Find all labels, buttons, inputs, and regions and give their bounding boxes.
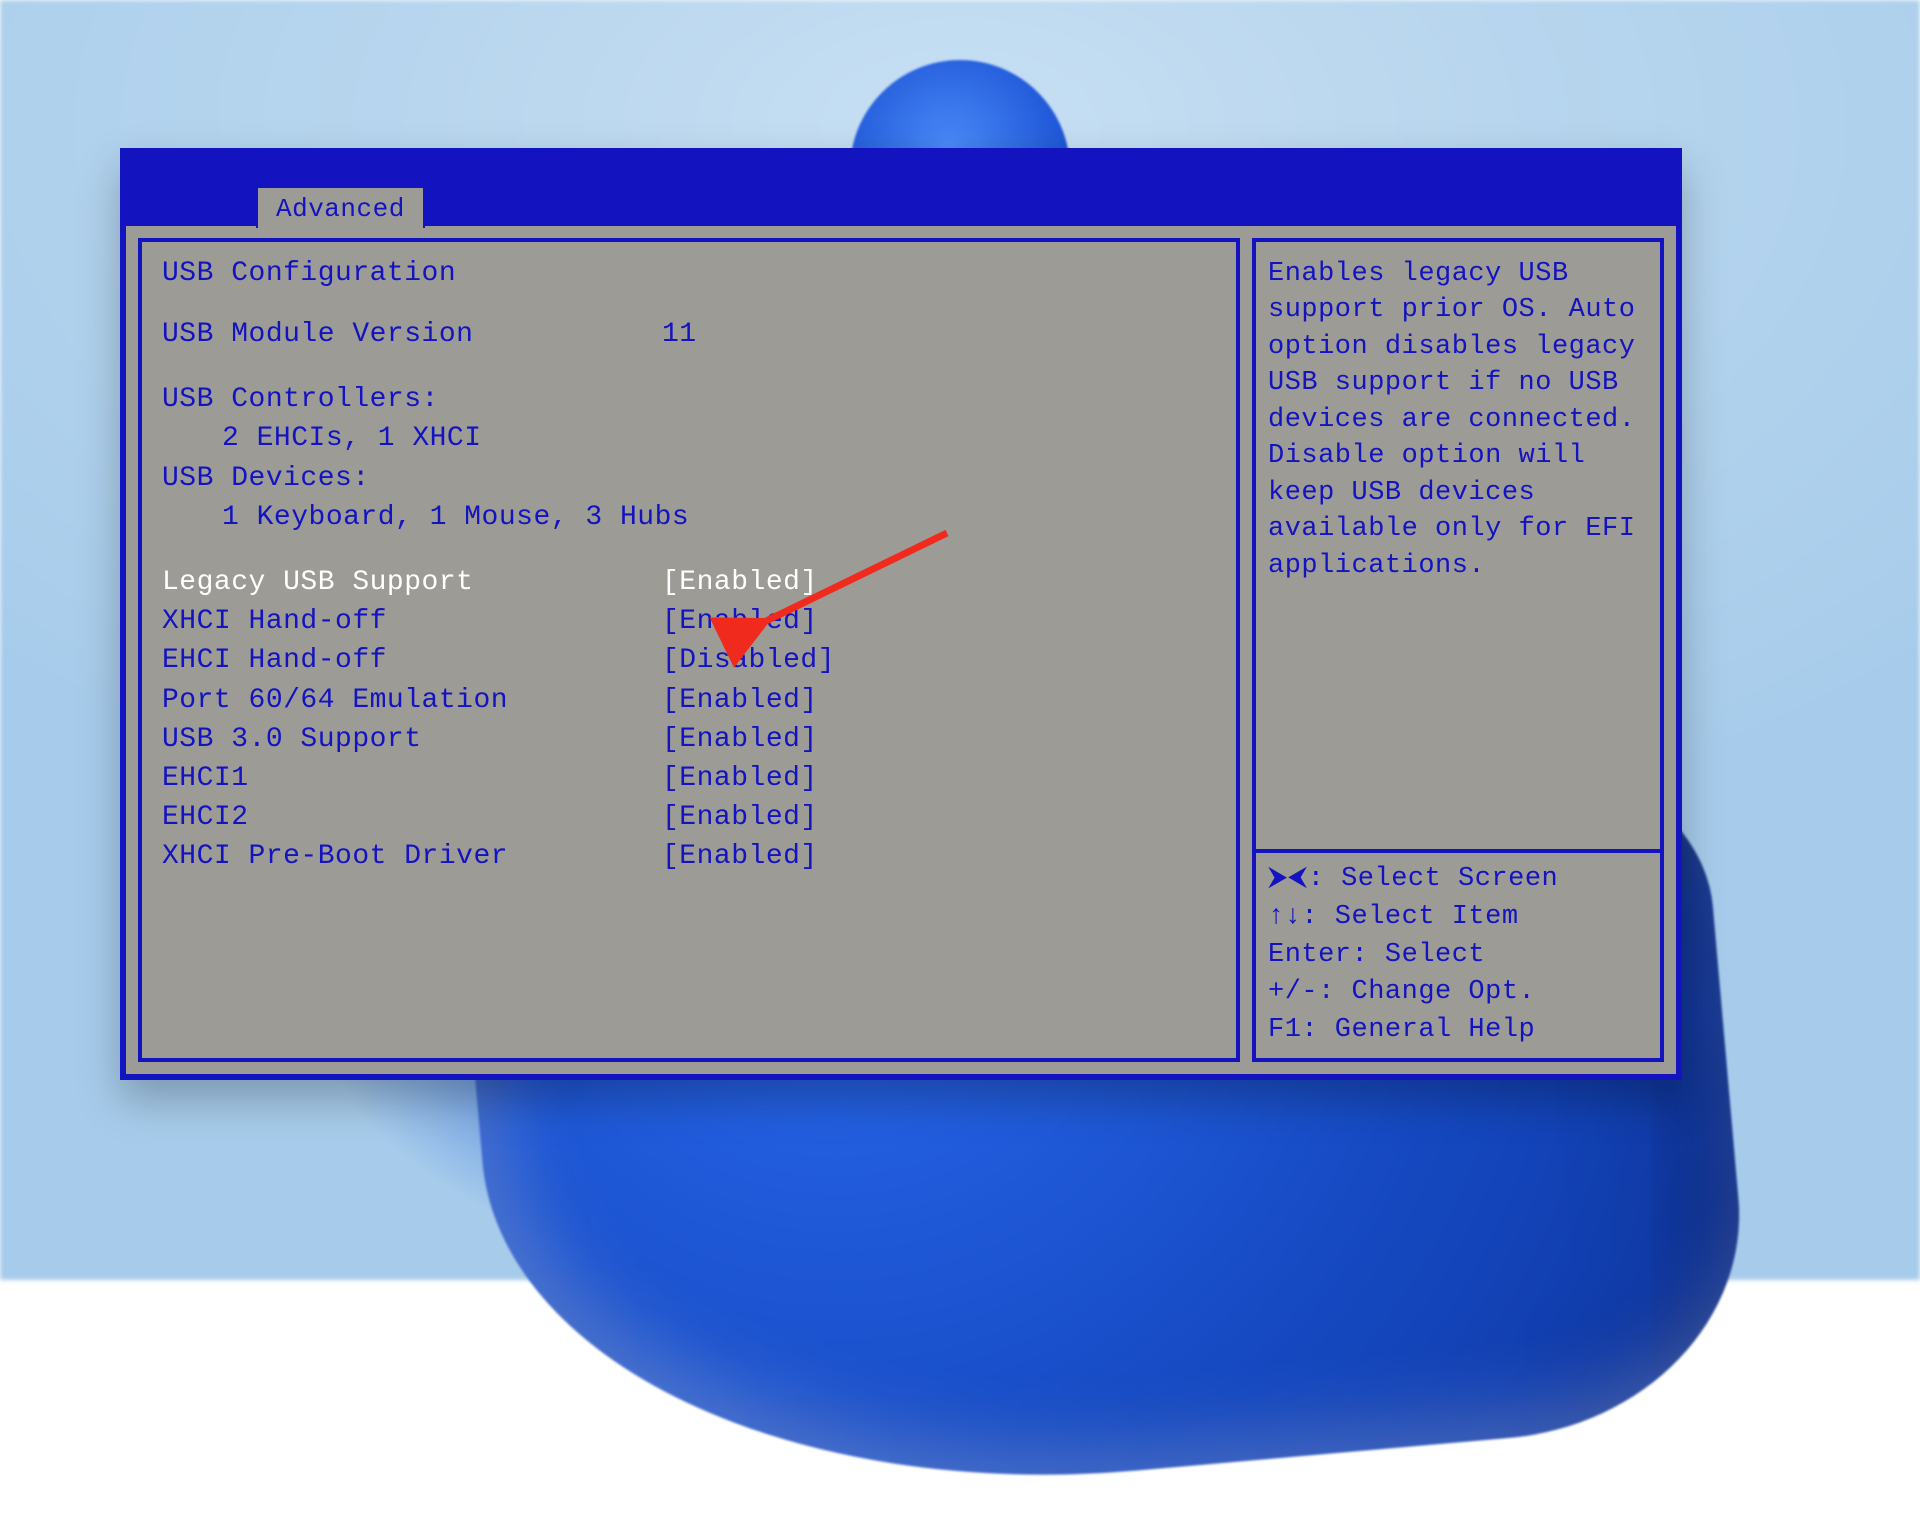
setting-value: [Enabled] [662,602,1216,641]
setting-ehci-hand-off[interactable]: EHCI Hand-off [Disabled] [162,641,1216,680]
label-usb-devices: USB Devices: [162,459,662,498]
row-usb-devices-value: 1 Keyboard, 1 Mouse, 3 Hubs [162,498,1216,537]
hint-enter: Enter: Select [1268,937,1648,975]
bios-key-hints: ⮞⮜: Select Screen ↑↓: Select Item Enter:… [1252,849,1664,1062]
setting-value: [Disabled] [662,641,1216,680]
setting-label: USB 3.0 Support [162,720,662,759]
setting-label: Port 60/64 Emulation [162,681,662,720]
setting-label: Legacy USB Support [162,563,662,602]
bios-tab-bar: Advanced [126,154,1676,226]
setting-value: [Enabled] [662,798,1216,837]
setting-legacy-usb-support[interactable]: Legacy USB Support [Enabled] [162,563,1216,602]
hint-change-opt: +/-: Change Opt. [1268,974,1648,1012]
setting-value: [Enabled] [662,759,1216,798]
section-title-usb-configuration: USB Configuration [162,258,1216,289]
hint-select-item: ↑↓: Select Item [1268,899,1648,937]
setting-value: [Enabled] [662,563,1216,602]
bios-settings-panel: USB Configuration USB Module Version 11 … [138,238,1240,1062]
setting-label: XHCI Pre-Boot Driver [162,837,662,876]
setting-value: [Enabled] [662,720,1216,759]
bios-help-panel: Enables legacy USB support prior OS. Aut… [1252,238,1664,853]
row-usb-module-version: USB Module Version 11 [162,315,1216,354]
hint-select-screen: ⮞⮜: Select Screen [1268,861,1648,899]
setting-label: XHCI Hand-off [162,602,662,641]
value-usb-controllers: 2 EHCIs, 1 XHCI [162,419,722,458]
bios-window: Advanced USB Configuration USB Module Ve… [120,148,1682,1080]
hint-general-help: F1: General Help [1268,1012,1648,1050]
setting-xhci-pre-boot-driver[interactable]: XHCI Pre-Boot Driver [Enabled] [162,837,1216,876]
row-usb-controllers-label: USB Controllers: [162,380,1216,419]
setting-label: EHCI Hand-off [162,641,662,680]
setting-value: [Enabled] [662,681,1216,720]
setting-usb-3-0-support[interactable]: USB 3.0 Support [Enabled] [162,720,1216,759]
label-usb-module-version: USB Module Version [162,315,662,354]
label-usb-controllers: USB Controllers: [162,380,662,419]
tab-advanced[interactable]: Advanced [256,186,425,228]
row-usb-controllers-value: 2 EHCIs, 1 XHCI [162,419,1216,458]
setting-xhci-hand-off[interactable]: XHCI Hand-off [Enabled] [162,602,1216,641]
setting-label: EHCI1 [162,759,662,798]
value-usb-module-version: 11 [662,315,1216,354]
setting-label: EHCI2 [162,798,662,837]
setting-ehci2[interactable]: EHCI2 [Enabled] [162,798,1216,837]
setting-value: [Enabled] [662,837,1216,876]
setting-port-60-64-emulation[interactable]: Port 60/64 Emulation [Enabled] [162,681,1216,720]
row-usb-devices-label: USB Devices: [162,459,1216,498]
value-usb-devices: 1 Keyboard, 1 Mouse, 3 Hubs [162,498,722,537]
setting-ehci1[interactable]: EHCI1 [Enabled] [162,759,1216,798]
